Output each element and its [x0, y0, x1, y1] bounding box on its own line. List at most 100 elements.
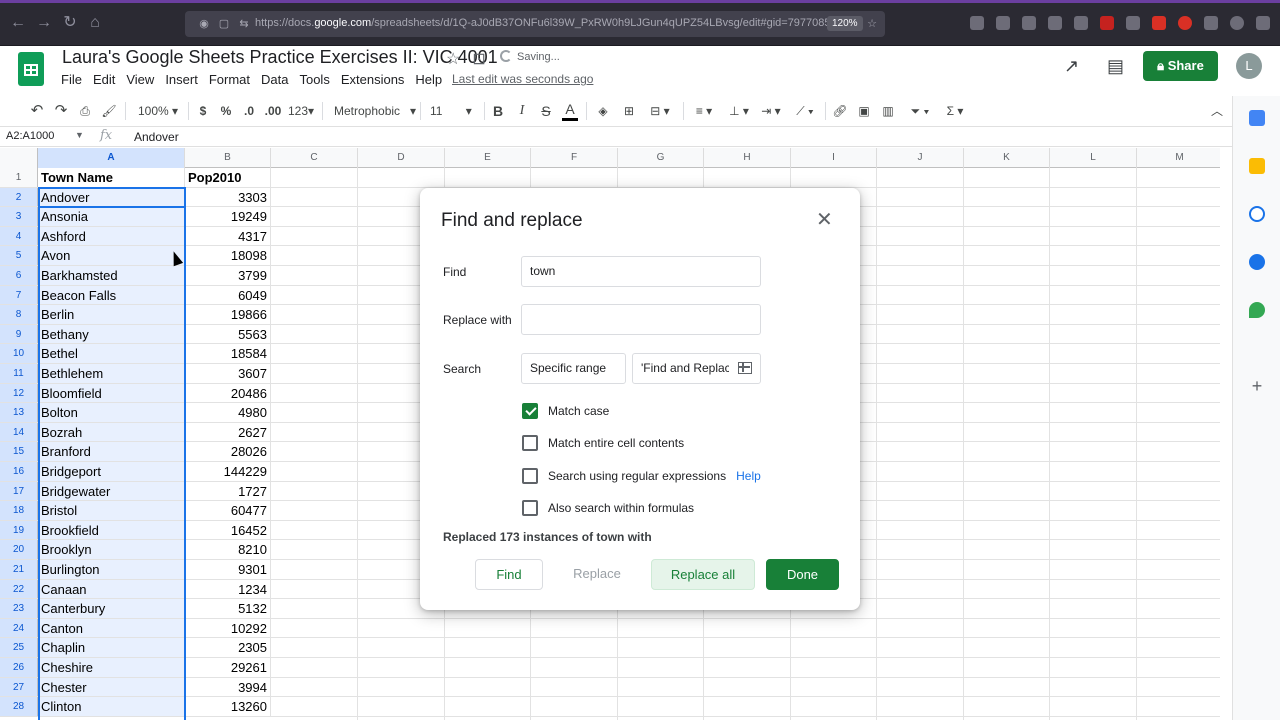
town-name-cell[interactable]: Bristol [38, 501, 185, 520]
move-folder-icon[interactable]: ⊡ [472, 49, 485, 69]
chevron-down-icon[interactable]: ▼ [75, 130, 84, 140]
horizontal-align-icon[interactable]: ≡ ▾ [690, 99, 718, 123]
zoom-select[interactable]: 100% ▾ [133, 99, 183, 123]
town-name-cell[interactable]: Cheshire [38, 658, 185, 677]
extension-badge-icon[interactable] [1100, 16, 1114, 30]
bookmark-star-icon[interactable]: ☆ [865, 17, 879, 31]
library-icon[interactable] [1022, 16, 1036, 30]
row-header[interactable]: 5 [0, 246, 38, 265]
row-header[interactable]: 7 [0, 285, 38, 305]
document-title[interactable]: Laura's Google Sheets Practice Exercises… [62, 47, 498, 68]
column-header-m[interactable]: M [1137, 148, 1220, 168]
row-header[interactable]: 15 [0, 442, 38, 461]
population-cell[interactable]: 29261 [185, 658, 271, 677]
town-name-cell[interactable]: Berlin [38, 305, 185, 324]
town-name-cell[interactable]: Ashford [38, 226, 185, 246]
population-cell[interactable]: 3303 [185, 187, 271, 207]
town-name-cell[interactable]: Clinton [38, 697, 185, 716]
text-rotation-icon[interactable]: ⟋ ▾ [791, 99, 819, 123]
pen-icon[interactable] [1126, 16, 1140, 30]
row-header[interactable]: 23 [0, 599, 38, 618]
town-name-cell[interactable]: Beacon Falls [38, 285, 185, 305]
permissions-icon[interactable]: ⇆ [237, 17, 251, 31]
row-header[interactable]: 14 [0, 422, 38, 442]
population-cell[interactable]: 3994 [185, 677, 271, 697]
reload-icon[interactable]: ↻ [61, 14, 79, 32]
lock-icon[interactable]: ▢ [217, 17, 231, 31]
town-name-cell[interactable]: Canaan [38, 579, 185, 599]
row-header[interactable]: 28 [0, 697, 38, 716]
menu-file[interactable]: File [60, 72, 88, 87]
menu-icon[interactable] [1256, 16, 1270, 30]
population-cell[interactable]: 2627 [185, 422, 271, 442]
undo-icon[interactable]: ↶ [28, 99, 46, 123]
population-cell[interactable]: 10292 [185, 618, 271, 638]
population-cell[interactable]: 60477 [185, 501, 271, 520]
town-name-cell[interactable]: Bridgewater [38, 481, 185, 501]
menu-tools[interactable]: Tools [298, 72, 335, 87]
town-name-cell[interactable]: Avon [38, 246, 185, 265]
population-cell[interactable]: 20486 [185, 383, 271, 403]
population-cell[interactable]: 16452 [185, 520, 271, 540]
row-header[interactable]: 11 [0, 364, 38, 383]
comments-icon[interactable]: ▤ [1107, 56, 1124, 77]
row-header[interactable]: 25 [0, 638, 38, 657]
last-edit-link[interactable]: Last edit was seconds ago [452, 72, 593, 86]
profile-d-icon[interactable] [1178, 16, 1192, 30]
column-header-d[interactable]: D [358, 148, 445, 168]
row-header[interactable]: 18 [0, 501, 38, 520]
row-header[interactable]: 1 [0, 168, 38, 187]
share-button[interactable]: 🔒︎ Share [1143, 51, 1218, 81]
population-cell[interactable]: 4980 [185, 403, 271, 422]
home-icon[interactable]: ⌂ [86, 14, 104, 32]
font-family-select[interactable]: Metrophobic ▾ [334, 99, 416, 123]
town-name-cell[interactable]: Branford [38, 442, 185, 461]
column-header-e[interactable]: E [445, 148, 531, 168]
avatar[interactable]: L [1236, 53, 1262, 79]
column-header-c[interactable]: C [271, 148, 358, 168]
town-name-cell[interactable]: Bolton [38, 403, 185, 422]
star-icon[interactable]: ☆ [446, 49, 460, 69]
currency-format-button[interactable]: $ [196, 99, 210, 123]
population-cell[interactable]: 1234 [185, 579, 271, 599]
replace-button[interactable]: Replace [553, 559, 641, 590]
row-header[interactable]: 20 [0, 540, 38, 559]
url-text[interactable]: https://docs.google.com/spreadsheets/d/1… [255, 17, 843, 29]
town-name-cell[interactable]: Brooklyn [38, 540, 185, 559]
collapse-toolbar-icon[interactable]: ︿ [1208, 99, 1226, 123]
find-button[interactable]: Find [475, 559, 543, 590]
menu-insert[interactable]: Insert [164, 72, 204, 87]
row-header[interactable]: 26 [0, 658, 38, 677]
address-bar[interactable]: ◉ ▢ ⇆ https://docs.google.com/spreadshee… [185, 11, 885, 37]
borders-icon[interactable]: ⊞ [620, 99, 638, 123]
add-addon-icon[interactable]: + [1249, 377, 1265, 395]
population-cell[interactable]: 144229 [185, 462, 271, 481]
redo-icon[interactable]: ↷ [52, 99, 70, 123]
population-cell[interactable]: 3799 [185, 266, 271, 285]
row-header[interactable]: 9 [0, 324, 38, 344]
population-cell[interactable]: 1727 [185, 481, 271, 501]
fill-color-icon[interactable]: ◈ [594, 99, 612, 123]
sidebar-icon[interactable] [1048, 16, 1062, 30]
row-header[interactable]: 10 [0, 344, 38, 363]
calendar-icon[interactable] [1249, 110, 1265, 126]
population-cell[interactable]: 28026 [185, 442, 271, 461]
town-name-cell[interactable]: Bozrah [38, 422, 185, 442]
town-name-cell[interactable]: Chaplin [38, 638, 185, 657]
filter-icon[interactable]: ⏷ ▾ [903, 99, 937, 123]
column-header-i[interactable]: I [791, 148, 877, 168]
insert-link-icon[interactable]: 🔗︎ [831, 99, 849, 123]
column-header-k[interactable]: K [964, 148, 1050, 168]
town-name-cell[interactable]: Bethany [38, 324, 185, 344]
menu-edit[interactable]: Edit [92, 72, 121, 87]
menu-data[interactable]: Data [260, 72, 294, 87]
colorful-extension-icon[interactable] [1230, 16, 1244, 30]
row-header[interactable]: 21 [0, 560, 38, 579]
shield-icon[interactable]: ◉ [197, 17, 211, 31]
downloads-icon[interactable] [996, 16, 1010, 30]
decrease-decimal-button[interactable]: .0 [240, 99, 258, 123]
population-cell[interactable]: 19249 [185, 207, 271, 226]
done-button[interactable]: Done [766, 559, 839, 590]
close-icon[interactable]: ✕ [816, 210, 833, 230]
town-name-cell[interactable]: Burlington [38, 560, 185, 579]
